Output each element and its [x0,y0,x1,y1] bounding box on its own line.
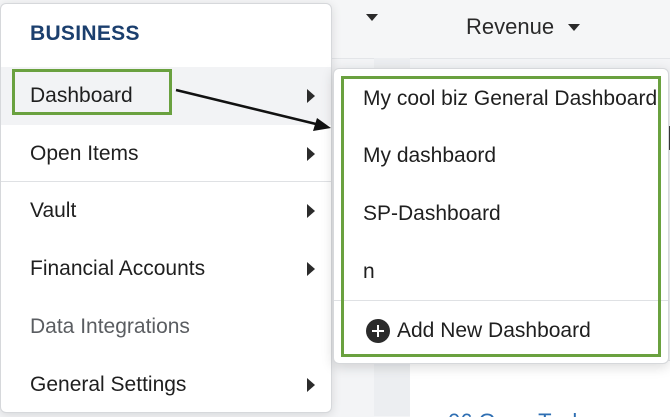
revenue-dropdown[interactable]: Revenue [466,14,581,40]
menu-item-label: Financial Accounts [30,257,206,280]
business-menu: BUSINESS Dashboard Open Items Vault Fina… [0,3,332,413]
background-card: 06 Open Tasks [410,360,670,417]
menu-heading: BUSINESS [30,22,140,45]
revenue-dropdown-label: Revenue [466,14,555,39]
menu-item-label: Vault [30,199,77,222]
submenu-item-dashboard[interactable]: SP-Dashboard [334,185,668,243]
submenu-item-label: n [363,260,375,283]
caret-down-icon [366,14,378,21]
menu-item-label: General Settings [30,373,187,396]
submenu-item-label: My dashbaord [363,144,497,167]
submenu-divider [334,300,668,301]
chevron-right-icon [307,89,315,103]
submenu-item-dashboard[interactable]: n [334,243,668,301]
submenu-item-label: SP-Dashboard [363,202,501,225]
submenu-item-label: My cool biz General Dashboard [363,87,658,110]
menu-item-data-integrations[interactable]: Data Integrations [1,298,331,356]
menu-item-label: Open Items [30,142,139,165]
caret-down-icon [568,23,581,31]
menu-item-vault[interactable]: Vault [1,182,331,240]
chevron-right-icon [307,262,315,276]
menu-item-financial-accounts[interactable]: Financial Accounts [1,240,331,298]
menu-item-open-items[interactable]: Open Items [1,125,331,183]
menu-item-general-settings[interactable]: General Settings [1,356,331,414]
dashboard-submenu: My cool biz General Dashboard My dashbao… [333,68,669,364]
chevron-right-icon [307,147,315,161]
submenu-item-dashboard[interactable]: My cool biz General Dashboard [334,70,668,128]
header-dropdown[interactable] [352,14,378,21]
submenu-item-dashboard[interactable]: My dashbaord [334,127,668,185]
plus-circle-icon [366,319,390,343]
menu-item-dashboard[interactable]: Dashboard [1,67,331,125]
add-new-dashboard-button[interactable]: Add New Dashboard [334,302,668,360]
menu-item-label: Dashboard [30,84,133,107]
chevron-right-icon [307,378,315,392]
chevron-right-icon [307,204,315,218]
add-new-dashboard-label: Add New Dashboard [397,319,591,342]
menu-item-label: Data Integrations [30,315,190,338]
